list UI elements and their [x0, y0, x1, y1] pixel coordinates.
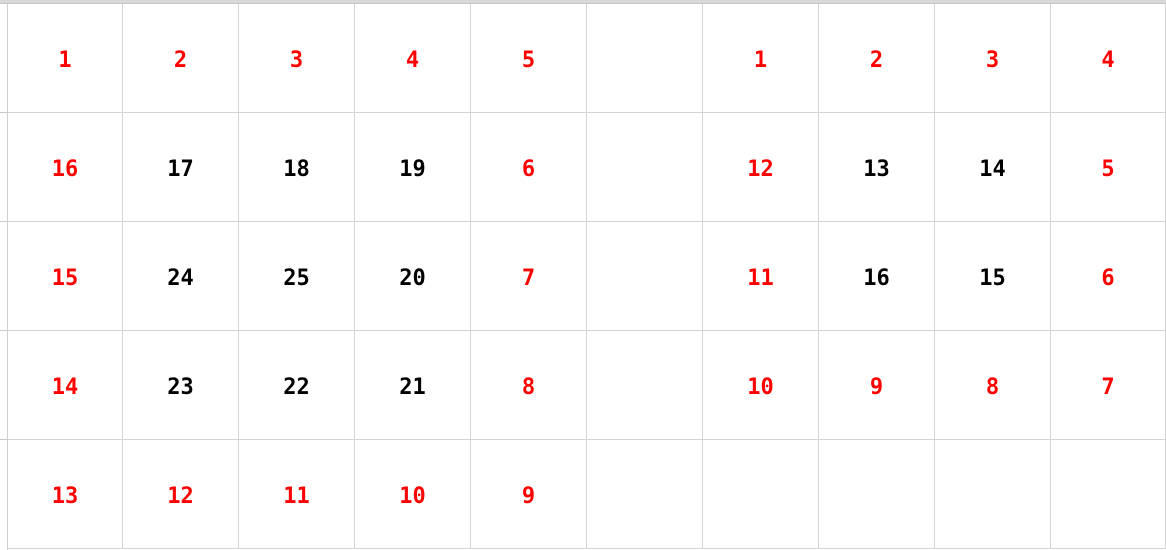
grid-cell[interactable]: 10 [355, 440, 471, 549]
grid-cell[interactable]: 4 [355, 4, 471, 113]
grid-cell[interactable]: 20 [355, 222, 471, 331]
grid-cell[interactable]: 3 [239, 4, 355, 113]
grid-cell[interactable]: 5 [1051, 113, 1166, 222]
grid-cell[interactable]: 6 [1051, 222, 1166, 331]
cell-grid: 1 2 3 4 5 1 2 3 4 16 17 18 19 6 12 13 14 5 15 24 25 20 7 11 16 15… [8, 4, 1166, 549]
grid-cell[interactable]: 6 [471, 113, 587, 222]
grid-cell[interactable] [587, 4, 703, 113]
grid-cell[interactable]: 8 [471, 331, 587, 440]
grid-cell[interactable]: 15 [935, 222, 1051, 331]
grid-cell[interactable]: 11 [703, 222, 819, 331]
grid-cell[interactable]: 11 [239, 440, 355, 549]
grid-cell[interactable]: 9 [819, 331, 935, 440]
grid-cell[interactable]: 18 [239, 113, 355, 222]
grid-cell[interactable] [587, 222, 703, 331]
grid-cell[interactable]: 10 [703, 331, 819, 440]
grid-cell[interactable]: 21 [355, 331, 471, 440]
grid-cell[interactable] [587, 331, 703, 440]
grid-cell[interactable] [587, 113, 703, 222]
grid-cell[interactable]: 3 [935, 4, 1051, 113]
grid-cell[interactable]: 19 [355, 113, 471, 222]
row-header-strip [0, 4, 8, 550]
grid-cell[interactable]: 12 [123, 440, 239, 549]
grid-cell[interactable]: 16 [8, 113, 123, 222]
grid-cell[interactable]: 25 [239, 222, 355, 331]
grid-cell[interactable]: 15 [8, 222, 123, 331]
grid-cell[interactable]: 4 [1051, 4, 1166, 113]
grid-cell[interactable]: 13 [819, 113, 935, 222]
grid-cell[interactable]: 8 [935, 331, 1051, 440]
grid-cell[interactable]: 1 [8, 4, 123, 113]
grid-cell[interactable]: 7 [1051, 331, 1166, 440]
grid-cell[interactable] [703, 440, 819, 549]
grid-cell[interactable]: 14 [8, 331, 123, 440]
grid-cell[interactable]: 5 [471, 4, 587, 113]
grid-cell[interactable]: 9 [471, 440, 587, 549]
row-header-divider [0, 439, 8, 440]
row-header-divider [0, 112, 8, 113]
grid-cell[interactable]: 7 [471, 222, 587, 331]
grid-cell[interactable]: 2 [819, 4, 935, 113]
row-header-divider [0, 330, 8, 331]
grid-cell[interactable]: 17 [123, 113, 239, 222]
row-header-divider [0, 221, 8, 222]
grid-cell[interactable] [587, 440, 703, 549]
grid-cell[interactable] [1051, 440, 1166, 549]
grid-cell[interactable]: 1 [703, 4, 819, 113]
grid-cell[interactable]: 24 [123, 222, 239, 331]
grid-cell[interactable]: 13 [8, 440, 123, 549]
grid-cell[interactable] [819, 440, 935, 549]
grid-cell[interactable]: 14 [935, 113, 1051, 222]
grid-cell[interactable]: 23 [123, 331, 239, 440]
grid-cell[interactable] [935, 440, 1051, 549]
grid-cell[interactable]: 22 [239, 331, 355, 440]
grid-cell[interactable]: 12 [703, 113, 819, 222]
grid-cell[interactable]: 2 [123, 4, 239, 113]
grid-cell[interactable]: 16 [819, 222, 935, 331]
spreadsheet-view: 1 2 3 4 5 1 2 3 4 16 17 18 19 6 12 13 14 5 15 24 25 20 7 11 16 15… [0, 0, 1166, 550]
